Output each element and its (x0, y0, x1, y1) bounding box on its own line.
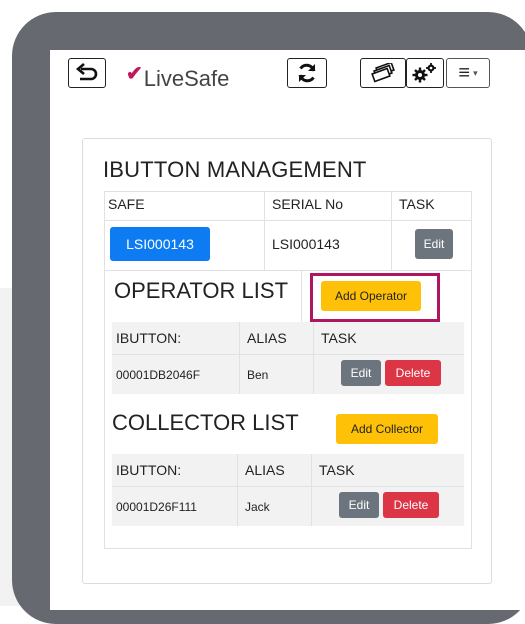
chevron-down-icon: ▾ (473, 67, 478, 78)
operator-header-task: TASK (321, 330, 357, 346)
divider (112, 354, 464, 355)
operator-alias: Ben (247, 368, 269, 382)
cash-button[interactable] (360, 58, 406, 88)
page-title: IBUTTON MANAGEMENT (103, 157, 367, 182)
ibutton-card: IBUTTON MANAGEMENT SAFE SERIAL No TASK L… (82, 138, 492, 584)
delete-collector-button[interactable]: Delete (383, 492, 439, 518)
back-icon (75, 63, 98, 81)
settings-button[interactable] (406, 58, 444, 88)
collector-ibutton: 00001D26F111 (116, 500, 197, 514)
edit-collector-button[interactable]: Edit (339, 492, 379, 518)
delete-operator-button[interactable]: Delete (385, 360, 441, 386)
edit-safe-button[interactable]: Edit (415, 229, 453, 259)
gears-icon (412, 63, 436, 83)
collector-header-task: TASK (319, 462, 355, 478)
menu-icon: ≡ (458, 62, 471, 84)
top-toolbar: ✔ LiveSafe ≡ ▾ (50, 50, 525, 112)
safe-table: SAFE SERIAL No TASK LSI000143 LSI000143 … (104, 191, 472, 549)
operator-header-alias: ALIAS (247, 330, 287, 346)
logo-text: LiveSafe (143, 66, 230, 91)
divider (311, 454, 312, 526)
logo-check-icon: ✔ (126, 63, 143, 85)
header-task: TASK (399, 196, 435, 212)
divider (105, 220, 471, 221)
collector-header-alias: ALIAS (245, 462, 285, 478)
operator-list-title: OPERATOR LIST (114, 278, 289, 303)
edit-operator-button[interactable]: Edit (341, 360, 381, 386)
add-operator-highlight (310, 273, 440, 322)
collector-alias: Jack (245, 500, 270, 514)
app-screen: ✔ LiveSafe ≡ ▾ IBUTTON MANAGEMENT SAFE S… (50, 50, 525, 610)
brand-logo: ✔ LiveSafe (126, 62, 229, 92)
add-collector-button[interactable]: Add Collector (336, 414, 438, 444)
operator-header-ibutton: IBUTTON: (116, 330, 182, 346)
divider (313, 322, 314, 394)
divider (112, 486, 464, 487)
safe-id-button[interactable]: LSI000143 (110, 227, 210, 261)
divider (237, 454, 238, 526)
collector-list-title: COLLECTOR LIST (112, 410, 299, 435)
divider (105, 270, 471, 271)
serial-value: LSI000143 (272, 236, 340, 252)
device-frame: ✔ LiveSafe ≡ ▾ IBUTTON MANAGEMENT SAFE S… (12, 12, 525, 624)
divider (391, 192, 392, 270)
refresh-icon (298, 63, 316, 83)
back-button[interactable] (68, 58, 106, 88)
collector-header-ibutton: IBUTTON: (116, 462, 182, 478)
header-safe: SAFE (108, 196, 145, 212)
operator-table: IBUTTON: ALIAS TASK 00001DB2046F Ben Edi… (112, 322, 464, 394)
divider (239, 322, 240, 394)
header-serial: SERIAL No (272, 196, 344, 212)
refresh-button[interactable] (287, 58, 327, 88)
cash-icon (371, 63, 395, 83)
collector-table: IBUTTON: ALIAS TASK 00001D26F111 Jack Ed… (112, 454, 464, 526)
divider (301, 270, 302, 322)
divider (264, 192, 265, 270)
menu-dropdown-button[interactable]: ≡ ▾ (446, 58, 490, 88)
operator-ibutton: 00001DB2046F (116, 368, 201, 382)
